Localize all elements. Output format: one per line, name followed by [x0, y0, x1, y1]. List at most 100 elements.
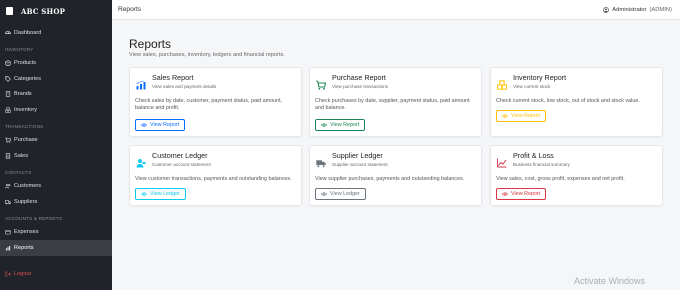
sidebar-item-categories[interactable]: Categories	[0, 71, 112, 87]
button-label: View Report	[150, 122, 180, 128]
section-label-contacts: CONTACTS	[5, 169, 32, 175]
button-label: View Report	[330, 122, 360, 128]
card-description: View customer transactions, payments and…	[135, 176, 292, 182]
bar-chart-icon	[136, 77, 146, 90]
view-report-button[interactable]: View Report	[496, 110, 547, 122]
user-circle-icon	[603, 6, 610, 13]
card-description: Check purchases by date, supplier, payme…	[315, 98, 470, 111]
card-subtitle: View purchase transactions	[332, 84, 389, 89]
view-ledger-button[interactable]: View Ledger	[135, 188, 186, 200]
card-title: Sales Report	[152, 73, 194, 82]
sidebar-item-suppliers[interactable]: Suppliers	[0, 194, 112, 210]
brand[interactable]: ABC SHOP	[0, 0, 112, 22]
card-subtitle: Business financial summary	[513, 162, 570, 167]
bar-chart-icon	[5, 245, 11, 251]
view-report-button[interactable]: View Report	[315, 119, 366, 131]
eye-icon	[321, 192, 327, 196]
page-title: Reports	[129, 37, 172, 51]
button-label: View Report	[511, 191, 541, 197]
cart-icon	[316, 77, 327, 90]
sidebar-item-label: Reports	[14, 244, 34, 251]
user-name: Administrator	[612, 6, 647, 13]
card-description: View supplier purchases, payments and ou…	[315, 176, 465, 182]
sidebar-item-label: Inventory	[14, 106, 38, 113]
receipt-icon	[5, 153, 11, 159]
card-title: Inventory Report	[513, 73, 567, 82]
eye-icon	[321, 123, 327, 127]
button-label: View Ledger	[330, 191, 360, 197]
sidebar-item-label: Products	[14, 60, 37, 67]
shop-logo-icon	[6, 7, 13, 15]
eye-icon	[502, 114, 508, 118]
sidebar-item-products[interactable]: Products	[0, 56, 112, 72]
topbar-title: Reports	[118, 6, 142, 13]
button-label: View Ledger	[150, 191, 180, 197]
sidebar-item-label: Suppliers	[14, 198, 38, 205]
sidebar-item-label: Dashboard	[14, 29, 42, 36]
trend-icon	[497, 155, 507, 168]
user-menu[interactable]: Administrator (ADMIN)	[603, 7, 672, 13]
sidebar-item-label: Expenses	[14, 229, 39, 236]
user-role: (ADMIN)	[649, 6, 672, 13]
sidebar-item-label: Sales	[14, 152, 28, 159]
card-title: Profit & Loss	[513, 151, 554, 160]
sidebar-item-purchase[interactable]: Purchase	[0, 133, 112, 149]
eye-icon	[141, 123, 147, 127]
report-card-inventory: Inventory Report View current stock Chec…	[490, 67, 663, 137]
report-card-customer-ledger: Customer Ledger Customer account stateme…	[129, 145, 302, 206]
card-title: Supplier Ledger	[332, 151, 383, 160]
truck-icon	[5, 199, 11, 205]
main-content: Reports View sales, purchases, inventory…	[112, 20, 680, 290]
users-icon	[5, 183, 11, 189]
sidebar-item-label: Categories	[14, 75, 42, 82]
building-icon	[5, 91, 11, 97]
logout-icon	[5, 271, 11, 277]
sidebar-item-label: Logout	[14, 271, 32, 278]
truck-icon	[316, 155, 326, 168]
eye-icon	[502, 192, 508, 196]
dashboard-icon	[5, 30, 11, 36]
card-title: Purchase Report	[332, 73, 386, 82]
sidebar-item-expenses[interactable]: Expenses	[0, 225, 112, 241]
report-card-sales: Sales Report View sales and payment deta…	[129, 67, 302, 137]
card-subtitle: Supplier account statement	[332, 162, 388, 167]
sidebar-item-label: Purchase	[14, 137, 38, 144]
report-card-supplier-ledger: Supplier Ledger Supplier account stateme…	[309, 145, 482, 206]
cart-icon	[5, 137, 11, 143]
box-icon	[5, 60, 11, 67]
sidebar: ABC SHOP Dashboard INVENTORY Products Ca…	[0, 0, 112, 290]
view-report-button[interactable]: View Report	[135, 119, 186, 131]
report-card-purchase: Purchase Report View purchase transactio…	[309, 67, 482, 137]
sidebar-item-dashboard[interactable]: Dashboard	[0, 25, 112, 41]
sidebar-item-inventory[interactable]: Inventory	[0, 102, 112, 118]
sidebar-item-reports[interactable]: Reports	[0, 240, 112, 256]
topbar: Reports Administrator (ADMIN)	[112, 0, 680, 20]
card-subtitle: Customer account statement	[152, 162, 211, 167]
card-description: Check sales by date, customer, payment s…	[135, 98, 283, 111]
button-label: View Report	[511, 113, 541, 119]
view-ledger-button[interactable]: View Ledger	[315, 188, 366, 200]
boxes-icon	[5, 107, 11, 113]
sidebar-item-sales[interactable]: Sales	[0, 148, 112, 164]
view-report-button[interactable]: View Report	[496, 188, 547, 200]
eye-icon	[141, 192, 147, 196]
card-title: Customer Ledger	[152, 151, 208, 160]
card-description: View sales, cost, gross profit, expenses…	[496, 176, 625, 182]
customer-icon	[136, 155, 146, 168]
sidebar-item-brands[interactable]: Brands	[0, 87, 112, 103]
sidebar-item-logout[interactable]: Logout	[0, 267, 112, 283]
sidebar-item-label: Customers	[14, 183, 42, 190]
card-description: Check current stock, low stock, out of s…	[496, 98, 640, 104]
page-subtitle: View sales, purchases, inventory, ledger…	[129, 52, 285, 58]
section-label-accounts-reports: ACCOUNTS & REPORTS	[5, 215, 63, 221]
activate-windows-watermark: Activate Windows	[573, 276, 645, 286]
section-label-transactions: TRANSACTIONS	[5, 123, 44, 129]
boxes-icon	[497, 77, 507, 90]
tag-icon	[5, 76, 11, 82]
report-card-profit-loss: Profit & Loss Business financial summary…	[490, 145, 663, 206]
brand-name: ABC SHOP	[21, 6, 66, 16]
card-subtitle: View sales and payment details	[152, 84, 217, 89]
sidebar-item-label: Brands	[14, 91, 32, 98]
wallet-icon	[5, 229, 11, 235]
sidebar-item-customers[interactable]: Customers	[0, 179, 112, 195]
